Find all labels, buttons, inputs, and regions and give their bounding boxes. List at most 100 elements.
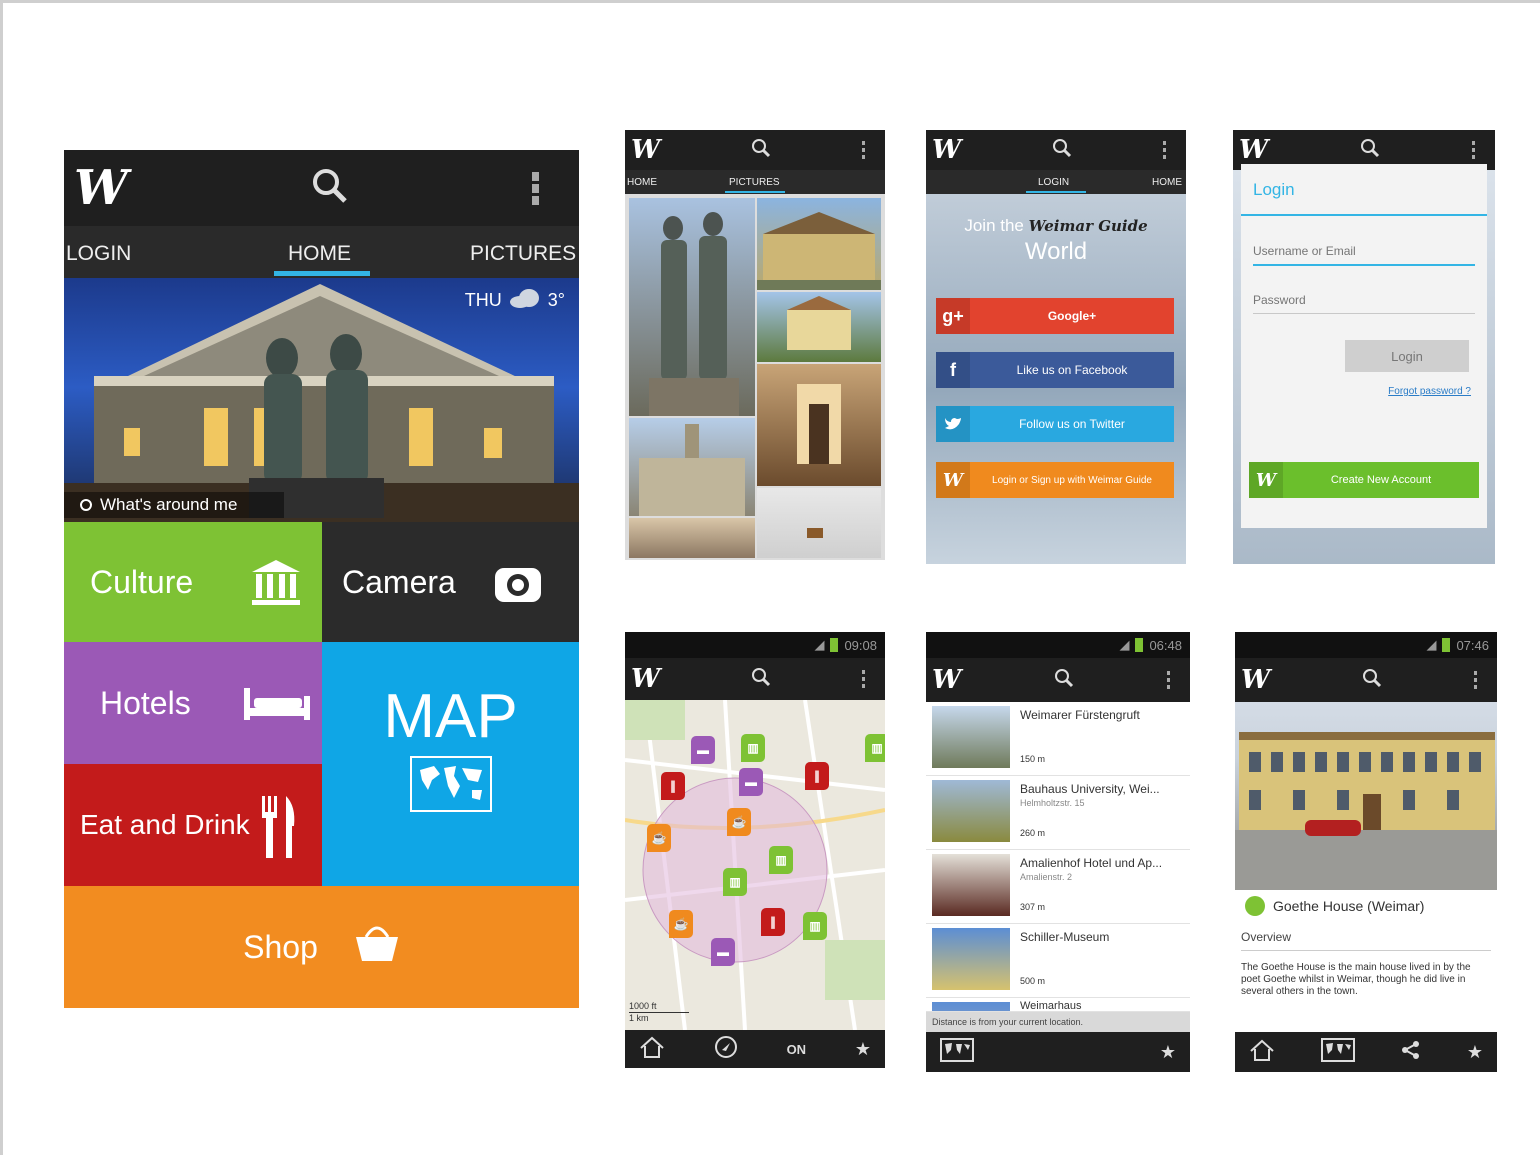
list-item[interactable]: Bauhaus University, Wei... Helmholtzstr.… [926, 776, 1190, 850]
favorite-icon[interactable]: ★ [1467, 1042, 1483, 1063]
overflow-menu-icon[interactable] [1473, 671, 1477, 689]
culture-pin[interactable]: ▥ [803, 912, 827, 940]
search-icon[interactable] [1054, 668, 1074, 693]
item-distance: 307 m [1020, 902, 1046, 912]
gallery-photo[interactable] [629, 418, 755, 516]
status-bar: ◢ 06:48 [926, 632, 1190, 658]
world-map-icon[interactable] [1320, 1037, 1355, 1067]
gallery-photo[interactable] [757, 364, 881, 486]
map-view[interactable]: ▬ ▥ ▥ ∥ ▬ ∥ ☕ ☕ ▥ ▥ ☕ ∥ ▥ ▬ 1000 ft 1 km [625, 700, 885, 1030]
cafe-pin[interactable]: ☕ [647, 824, 671, 852]
world-map-icon[interactable] [940, 1037, 974, 1067]
twitter-icon [936, 406, 970, 442]
bottom-bar: ON ★ [625, 1030, 885, 1068]
tab-home[interactable]: HOME [1152, 177, 1182, 188]
app-logo[interactable]: W [631, 135, 660, 165]
password-field[interactable] [1253, 286, 1475, 314]
search-icon[interactable] [1360, 138, 1380, 163]
list-item[interactable]: Schiller-Museum 500 m [926, 924, 1190, 998]
share-icon[interactable] [1401, 1040, 1421, 1065]
favorite-icon[interactable]: ★ [855, 1039, 871, 1060]
bottom-bar: ★ [1235, 1032, 1497, 1072]
overflow-menu-icon[interactable] [861, 141, 865, 159]
list-item[interactable]: Amalienhof Hotel und Ap... Amalienstr. 2… [926, 850, 1190, 924]
weimar-login-button[interactable]: W Login or Sign up with Weimar Guide [936, 462, 1174, 498]
login-button[interactable]: Login [1345, 340, 1469, 372]
camera-tile[interactable]: Camera [322, 522, 579, 642]
tab-home[interactable]: HOME [627, 177, 657, 188]
map-tile[interactable]: MAP [322, 642, 579, 886]
restaurant-pin[interactable]: ∥ [661, 772, 685, 800]
gallery-photo[interactable] [629, 518, 755, 558]
app-logo[interactable]: W [631, 664, 660, 694]
weimar-guide-brand: Weimar Guide [1028, 217, 1148, 235]
item-name: Weimarer Fürstengruft [1020, 708, 1140, 722]
overflow-menu-icon[interactable] [1162, 141, 1166, 159]
google-button[interactable]: g+ Google+ [936, 298, 1174, 334]
login-dialog: Login Login Forgot password ? W Create N… [1241, 164, 1487, 528]
map-screen: ◢ 09:08 W ▬ ▥ ▥ ∥ ▬ ∥ ☕ ☕ ▥ ▥ ☕ ∥ ▥ ▬ 10… [625, 632, 885, 1068]
hotels-tile[interactable]: Hotels [64, 642, 322, 764]
tab-pictures[interactable]: PICTURES [470, 242, 576, 266]
app-logo[interactable]: W [932, 665, 961, 695]
app-logo[interactable]: W [932, 135, 961, 165]
item-address: Amalienstr. 2 [1020, 872, 1073, 882]
restaurant-pin[interactable]: ∥ [805, 762, 829, 790]
facebook-button-label: Like us on Facebook [1016, 363, 1128, 377]
list-item[interactable]: Weimarhaus [926, 998, 1190, 1012]
gallery-photo[interactable] [757, 292, 881, 362]
search-icon[interactable] [310, 166, 350, 211]
eat-drink-tile[interactable]: Eat and Drink [64, 764, 322, 886]
whats-around-me[interactable]: What's around me [64, 492, 284, 518]
item-distance: 500 m [1020, 976, 1046, 986]
gallery-photo[interactable] [757, 198, 881, 290]
cutlery-icon [260, 796, 298, 865]
culture-tile[interactable]: Culture [64, 522, 322, 642]
culture-pin[interactable]: ▥ [723, 868, 747, 896]
home-icon[interactable] [639, 1036, 665, 1063]
tab-pictures[interactable]: PICTURES [729, 177, 780, 188]
cafe-pin[interactable]: ☕ [669, 910, 693, 938]
culture-pin[interactable]: ▥ [741, 734, 765, 762]
culture-pin[interactable]: ▥ [769, 846, 793, 874]
twitter-button[interactable]: Follow us on Twitter [936, 406, 1174, 442]
hotel-pin[interactable]: ▬ [691, 736, 715, 764]
list-item[interactable]: Weimarer Fürstengruft 150 m [926, 702, 1190, 776]
cafe-pin[interactable]: ☕ [727, 808, 751, 836]
restaurant-pin[interactable]: ∥ [761, 908, 785, 936]
tab-bar: LOGIN HOME PICTURES [64, 226, 579, 278]
signal-icon: ◢ [814, 637, 825, 652]
forgot-password-link[interactable]: Forgot password ? [1388, 386, 1471, 397]
tab-login[interactable]: LOGIN [66, 242, 131, 266]
pictures-screen: W HOME PICTURES [625, 130, 885, 560]
overflow-menu-icon[interactable] [1471, 141, 1475, 159]
favorite-icon[interactable]: ★ [1160, 1042, 1176, 1063]
culture-pin[interactable]: ▥ [865, 734, 885, 762]
distance-footer: Distance is from your current location. [926, 1012, 1190, 1032]
tab-home[interactable]: HOME [288, 242, 351, 266]
gallery-photo[interactable] [757, 488, 881, 558]
shop-tile[interactable]: Shop [64, 886, 579, 1008]
app-logo[interactable]: W [1239, 135, 1268, 165]
overflow-menu-icon[interactable] [532, 171, 539, 205]
overflow-menu-icon[interactable] [861, 670, 865, 688]
app-logo[interactable]: W [74, 160, 128, 216]
create-account-button[interactable]: W Create New Account [1249, 462, 1479, 498]
overview-heading: Overview [1241, 930, 1292, 944]
gallery-photo[interactable] [629, 198, 755, 416]
item-name: Schiller-Museum [1020, 930, 1110, 944]
hotel-pin[interactable]: ▬ [739, 768, 763, 796]
facebook-button[interactable]: f Like us on Facebook [936, 352, 1174, 388]
location-toggle[interactable]: ON [787, 1042, 807, 1057]
overflow-menu-icon[interactable] [1166, 671, 1170, 689]
navigate-icon[interactable] [714, 1035, 738, 1064]
app-logo[interactable]: W [1241, 665, 1270, 695]
search-icon[interactable] [1362, 668, 1382, 693]
search-icon[interactable] [751, 667, 771, 692]
home-icon[interactable] [1249, 1039, 1275, 1066]
search-icon[interactable] [751, 138, 771, 163]
search-icon[interactable] [1052, 138, 1072, 163]
tab-login[interactable]: LOGIN [1038, 177, 1069, 188]
username-field[interactable] [1253, 238, 1475, 266]
hotel-pin[interactable]: ▬ [711, 938, 735, 966]
